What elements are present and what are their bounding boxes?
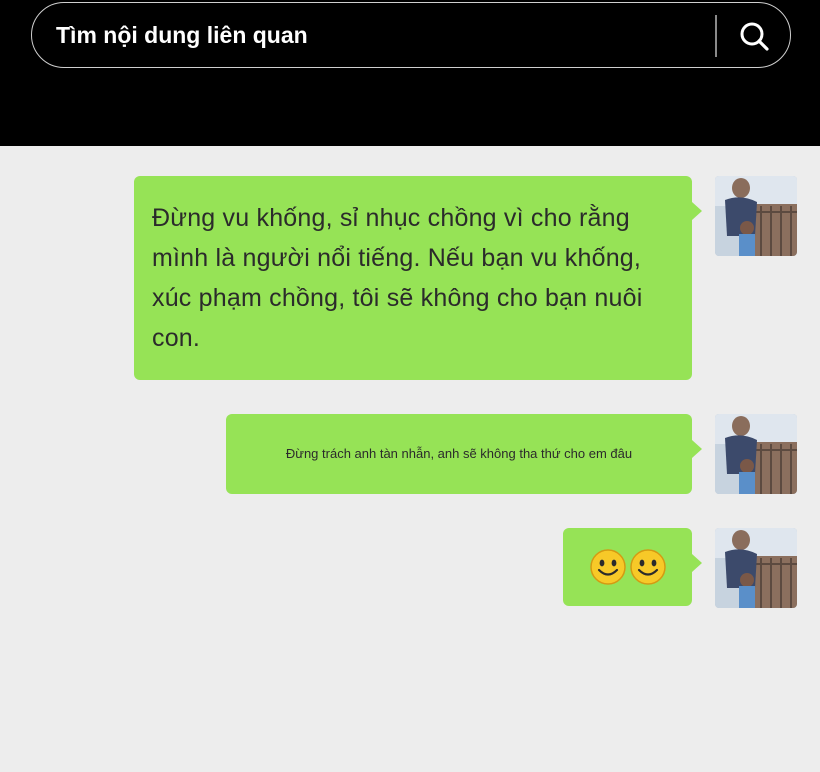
search-icon bbox=[740, 22, 769, 51]
search-button[interactable] bbox=[732, 16, 776, 56]
top-bar bbox=[0, 0, 820, 146]
message-bubble[interactable]: Đừng vu khống, sỉ nhục chồng vì cho rằng… bbox=[134, 176, 702, 380]
avatar-photo bbox=[715, 414, 797, 494]
avatar[interactable] bbox=[715, 176, 797, 256]
avatar[interactable] bbox=[715, 414, 797, 494]
avatar-photo bbox=[715, 528, 797, 608]
message-bubble[interactable] bbox=[563, 528, 702, 606]
avatar-photo bbox=[715, 176, 797, 256]
message-bubble[interactable]: Đừng trách anh tàn nhẫn, anh sẽ không th… bbox=[226, 414, 702, 494]
avatar[interactable] bbox=[715, 528, 797, 608]
smiley-face-icon bbox=[630, 549, 666, 585]
search-divider bbox=[715, 15, 717, 57]
chat-area: Đừng vu khống, sỉ nhục chồng vì cho rằng… bbox=[7, 146, 813, 772]
search-input[interactable] bbox=[56, 19, 696, 51]
smiley-face-icon bbox=[590, 549, 626, 585]
message-text: Đừng trách anh tàn nhẫn, anh sẽ không th… bbox=[285, 446, 633, 461]
search-box[interactable] bbox=[31, 2, 791, 68]
message-text: Đừng vu khống, sỉ nhục chồng vì cho rằng… bbox=[152, 204, 643, 352]
